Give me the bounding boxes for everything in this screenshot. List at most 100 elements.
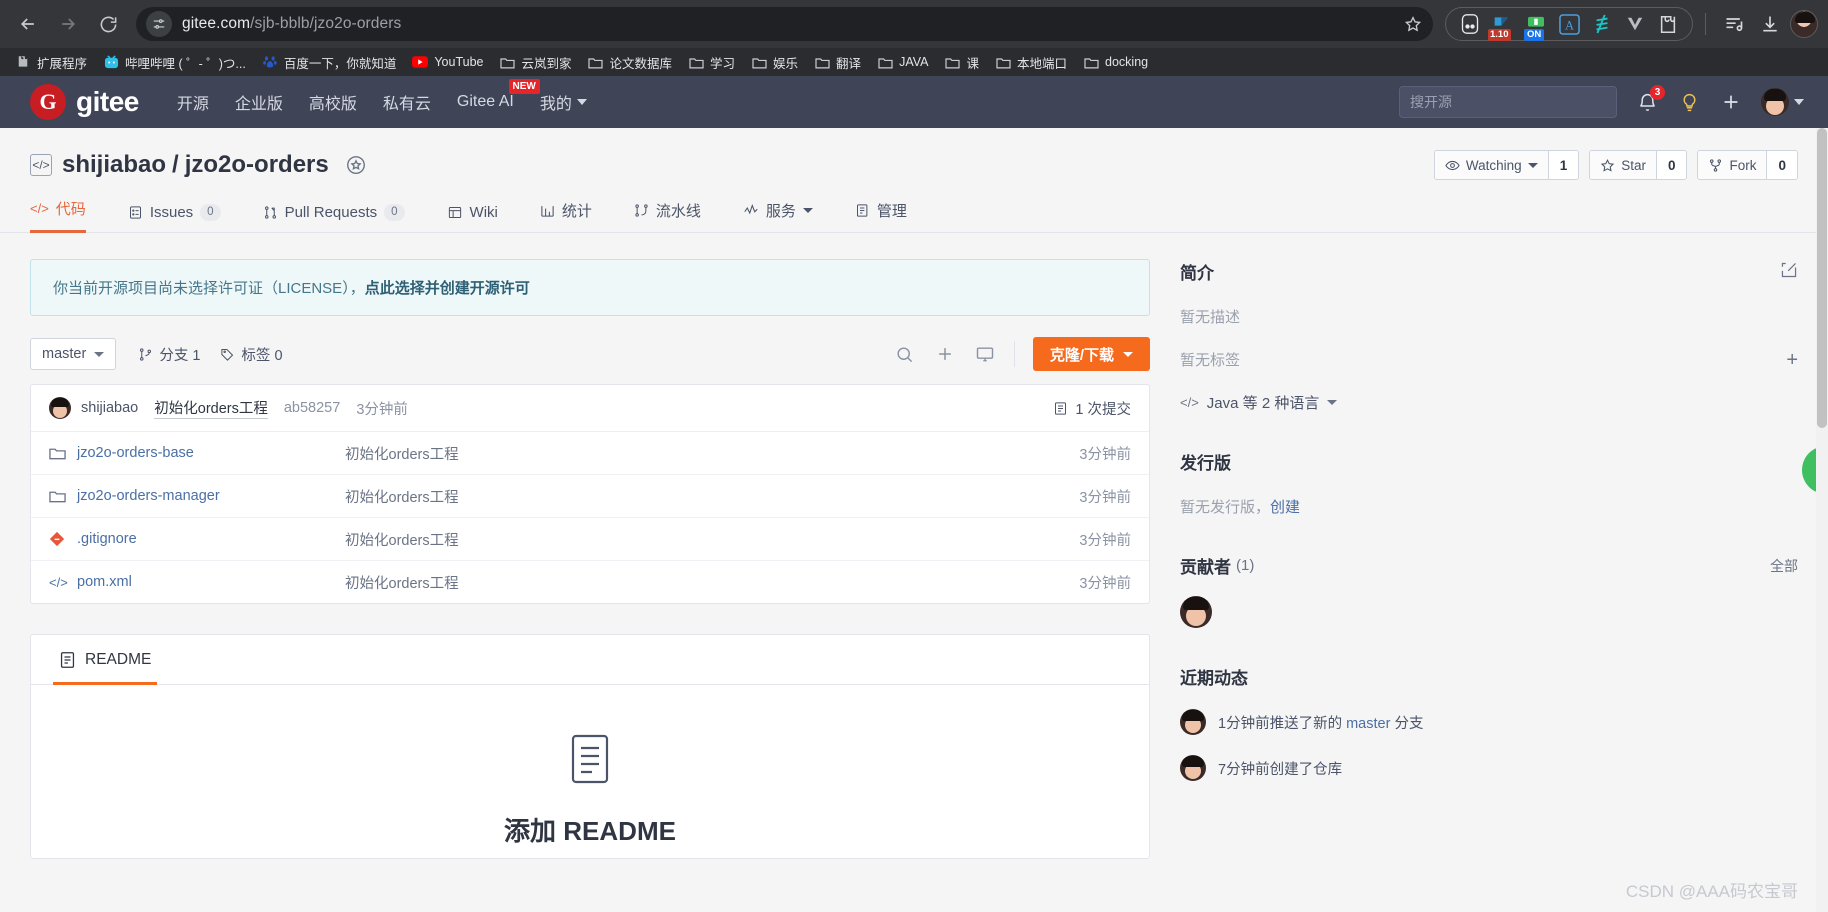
plus-icon[interactable]: + — [1786, 350, 1798, 370]
immersive-translate-extension-icon[interactable]: A — [1557, 12, 1581, 36]
bookmark-label: 哔哩哔哩 ( ゜- ゜)つ... — [125, 56, 246, 71]
file-name[interactable]: pom.xml — [77, 574, 345, 590]
watch-button[interactable]: Watching — [1434, 151, 1548, 179]
search-icon[interactable] — [894, 343, 916, 365]
forward-arrow-icon[interactable] — [50, 6, 86, 42]
fork-button-group[interactable]: Fork 0 — [1697, 150, 1798, 180]
address-bar[interactable]: gitee.com/sjb-bblb/jzo2o-orders — [136, 7, 1433, 41]
bookmark-item[interactable]: JAVA — [870, 51, 935, 73]
branches-link[interactable]: 分支 1 — [138, 344, 200, 365]
bookmark-item[interactable]: 百度一下，你就知道 — [255, 50, 404, 75]
clone-download-button[interactable]: 克隆/下载 — [1032, 337, 1150, 371]
tab-pipeline[interactable]: 流水线 — [634, 200, 701, 232]
site-settings-icon[interactable] — [146, 11, 172, 37]
bookmark-item[interactable]: 娱乐 — [744, 50, 805, 75]
tab-readme[interactable]: README — [53, 635, 158, 685]
tags-link[interactable]: 标签 0 — [220, 344, 283, 365]
nav-item-education[interactable]: 高校版 — [309, 90, 357, 114]
folder-icon — [944, 54, 960, 70]
tab-wiki[interactable]: Wiki — [447, 204, 498, 232]
fork-button[interactable]: Fork — [1698, 151, 1767, 179]
avatar[interactable] — [1180, 596, 1212, 628]
commit-count[interactable]: 1 次提交 — [1053, 398, 1131, 419]
bookmark-item[interactable]: 本地端口 — [988, 50, 1074, 75]
repo-owner-link[interactable]: shijiabao — [62, 151, 166, 178]
chevron-down-icon — [802, 208, 813, 213]
table-row[interactable]: jzo2o-orders-base 初始化orders工程 3分钟前 — [31, 432, 1149, 474]
bookmark-item[interactable]: YouTube — [405, 51, 490, 73]
nav-item-opensource[interactable]: 开源 — [177, 90, 209, 114]
tag-icon — [221, 348, 234, 361]
reading-list-icon[interactable] — [1718, 8, 1750, 40]
nav-item-gitee-ai[interactable]: Gitee AI NEW — [457, 79, 540, 111]
repo-name-link[interactable]: jzo2o-orders — [185, 151, 329, 178]
commit-author[interactable]: shijiabao — [81, 400, 138, 416]
repo-language-row[interactable]: </> Java 等 2 种语言 — [1180, 392, 1798, 413]
adblock-extension-icon[interactable]: ON — [1524, 12, 1548, 41]
search-input[interactable] — [1410, 94, 1606, 110]
search-box[interactable] — [1399, 86, 1617, 118]
bookmark-item[interactable]: 扩展程序 — [8, 50, 94, 75]
bookmark-item[interactable]: 学习 — [681, 50, 742, 75]
branch-selector[interactable]: master — [30, 338, 117, 370]
bookmark-star-icon[interactable] — [1399, 10, 1427, 38]
tab-issues[interactable]: Issues 0 — [128, 204, 221, 232]
code-icon: </> — [30, 201, 49, 216]
bookmark-item[interactable]: 云岚到家 — [492, 50, 578, 75]
latest-commit-row: shijiabao 初始化orders工程 ab58257 3分钟前 1 次提交 — [31, 385, 1149, 432]
star-button[interactable]: Star — [1590, 151, 1656, 179]
add-readme-link[interactable]: 添加 README — [31, 811, 1149, 848]
scrollbar-track[interactable] — [1816, 128, 1828, 912]
tab-code[interactable]: </> 代码 — [30, 198, 86, 233]
bookmark-item[interactable]: docking — [1076, 51, 1155, 73]
tab-service[interactable]: 服务 — [743, 200, 813, 232]
file-name[interactable]: jzo2o-orders-manager — [77, 488, 345, 504]
scrollbar-thumb[interactable] — [1817, 128, 1827, 428]
fork-count: 0 — [1766, 151, 1797, 179]
reload-icon[interactable] — [90, 6, 126, 42]
tab-pull-requests[interactable]: Pull Requests 0 — [263, 204, 405, 232]
star-button-group[interactable]: Star 0 — [1589, 150, 1688, 180]
plus-icon[interactable] — [1719, 90, 1743, 114]
nav-item-privatecloud[interactable]: 私有云 — [383, 90, 431, 114]
table-row[interactable]: .gitignore 初始化orders工程 3分钟前 — [31, 517, 1149, 560]
tab-stats[interactable]: 统计 — [540, 200, 592, 232]
table-row[interactable]: </> pom.xml 初始化orders工程 3分钟前 — [31, 560, 1149, 603]
bookmark-item[interactable]: 课 — [937, 50, 986, 75]
eye-icon — [1445, 160, 1460, 170]
vimium-extension-icon[interactable] — [1623, 12, 1647, 36]
user-menu[interactable] — [1761, 88, 1804, 116]
create-release-link[interactable]: 创建 — [1270, 499, 1300, 516]
chrome-profile-avatar[interactable] — [1790, 10, 1818, 38]
scrcpy-extension-icon[interactable] — [1590, 12, 1614, 36]
gift-icon[interactable] — [345, 154, 367, 176]
nav-item-mine[interactable]: 我的 — [540, 90, 587, 114]
plus-icon[interactable] — [934, 343, 956, 365]
back-arrow-icon[interactable] — [10, 6, 46, 42]
download-icon[interactable] — [1754, 8, 1786, 40]
file-name[interactable]: .gitignore — [77, 531, 345, 547]
bookmark-item[interactable]: 翻译 — [807, 50, 868, 75]
ublock-extension-icon[interactable]: 1.10 — [1488, 12, 1515, 41]
watch-button-group[interactable]: Watching 1 — [1433, 150, 1580, 180]
activity-link[interactable]: master — [1346, 716, 1390, 732]
commit-message[interactable]: 初始化orders工程 — [154, 397, 268, 419]
gitee-logo[interactable]: G gitee — [30, 84, 139, 120]
bookmark-item[interactable]: 论文数据库 — [581, 50, 680, 75]
tampermonkey-extension-icon[interactable] — [1458, 12, 1482, 36]
lightbulb-icon[interactable] — [1677, 90, 1701, 114]
web-ide-icon[interactable] — [974, 343, 996, 365]
intro-title: 简介 — [1180, 264, 1214, 283]
bookmark-item[interactable]: 哔哩哔哩 ( ゜- ゜)つ... — [96, 50, 253, 75]
puzzle-extensions-icon[interactable] — [1656, 12, 1680, 36]
license-notice-link[interactable]: 点此选择并创建开源许可 — [365, 280, 530, 297]
table-row[interactable]: jzo2o-orders-manager 初始化orders工程 3分钟前 — [31, 474, 1149, 517]
nav-label: 企业版 — [234, 96, 283, 113]
edit-icon[interactable] — [1780, 261, 1798, 282]
tab-manage[interactable]: 管理 — [855, 200, 907, 232]
bell-icon[interactable]: 3 — [1635, 85, 1665, 114]
nav-item-enterprise[interactable]: 企业版 — [235, 90, 283, 114]
commit-sha[interactable]: ab58257 — [284, 400, 340, 416]
file-name[interactable]: jzo2o-orders-base — [77, 445, 345, 461]
contributors-all-link[interactable]: 全部 — [1770, 556, 1798, 576]
